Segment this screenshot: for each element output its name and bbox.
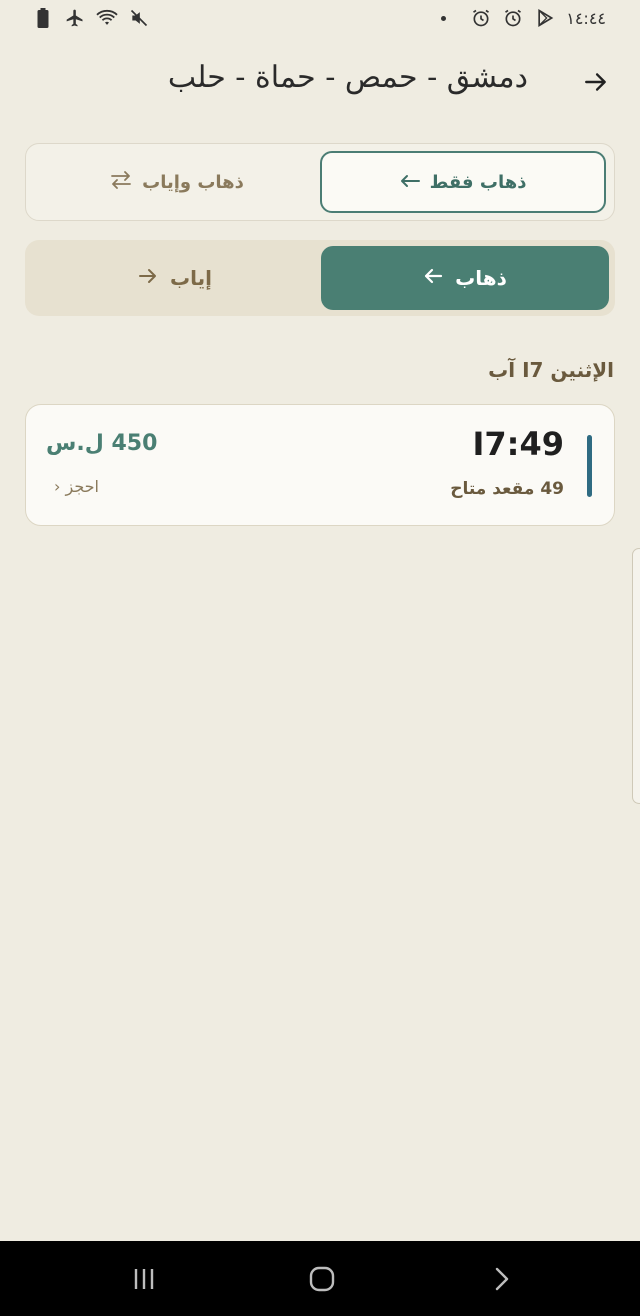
- book-button[interactable]: احجز ‹: [54, 477, 99, 496]
- home-button[interactable]: [302, 1259, 342, 1299]
- direction-toggle: ذهاب إياب: [25, 240, 615, 316]
- page-title: دمشق - حمص - حماة - حلب: [167, 60, 528, 95]
- status-bar: ١٤:٤٤: [0, 0, 640, 36]
- trip-price: 450 ل.س: [46, 431, 158, 456]
- back-button[interactable]: [580, 66, 612, 98]
- round-trip-label: ذهاب وإياب: [142, 171, 244, 193]
- screen: ١٤:٤٤ دمشق - حمص - حماة - حلب ذهاب فقط ذ…: [0, 0, 640, 1316]
- trip-seats: 49 مقعد متاح: [450, 479, 564, 499]
- chevron-right-icon: [495, 1267, 509, 1291]
- system-nav-bar: [0, 1241, 640, 1316]
- mute-icon: [128, 7, 150, 29]
- trip-card[interactable]: I7:49 49 مقعد متاح 450 ل.س احجز ‹: [25, 404, 615, 526]
- arrow-right-icon: [138, 266, 158, 290]
- alarm-icon: [502, 7, 524, 29]
- round-trip-option[interactable]: ذهاب وإياب: [34, 151, 320, 213]
- arrow-left-icon: [423, 266, 443, 290]
- home-icon: [309, 1266, 335, 1292]
- trip-time: I7:49: [472, 425, 565, 463]
- recent-apps-icon: [134, 1269, 154, 1289]
- notification-dot: [441, 15, 447, 21]
- nav-back-button[interactable]: [482, 1259, 522, 1299]
- status-time: ١٤:٤٤: [566, 8, 606, 28]
- one-way-option[interactable]: ذهاب فقط: [320, 151, 606, 213]
- edge-panel-handle[interactable]: [632, 548, 640, 804]
- go-tab[interactable]: ذهاب: [321, 246, 609, 310]
- arrow-right-icon: [585, 73, 606, 91]
- return-tab[interactable]: إياب: [31, 246, 319, 310]
- return-label: إياب: [170, 266, 212, 290]
- trip-type-toggle: ذهاب فقط ذهاب وإياب: [25, 143, 615, 221]
- swap-arrows-icon: [110, 170, 132, 194]
- airplane-icon: [64, 7, 86, 29]
- go-label: ذهاب: [455, 266, 507, 290]
- play-store-icon: [534, 7, 556, 29]
- date-label: الإثنين I7 آب: [488, 358, 614, 382]
- battery-icon: [32, 7, 54, 29]
- recent-apps-button[interactable]: [124, 1259, 164, 1299]
- one-way-label: ذهاب فقط: [429, 171, 527, 193]
- trip-accent-bar: [587, 435, 592, 497]
- wifi-icon: [96, 7, 118, 29]
- header: دمشق - حمص - حماة - حلب: [0, 56, 640, 108]
- arrow-left-icon: [400, 172, 420, 193]
- alarm-icon: [470, 7, 492, 29]
